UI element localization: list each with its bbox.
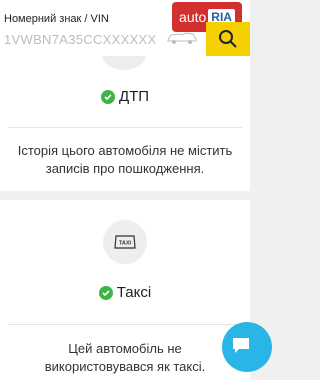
- divider: [8, 324, 242, 325]
- vin-label: Номерний знак / VIN: [4, 13, 109, 25]
- brand-text: auto: [179, 9, 207, 25]
- car-icon: [166, 31, 198, 45]
- taxi-title: Таксі: [116, 284, 152, 301]
- taxi-card: TAXI Таксі Цей автомобіль не використову…: [0, 200, 250, 380]
- divider: [8, 127, 242, 128]
- taxi-icon: TAXI: [114, 235, 136, 249]
- header: Номерний знак / VIN 1VWBN7A35CCXXXXXX au…: [0, 0, 250, 56]
- taxi-status: Таксі: [0, 284, 250, 301]
- vin-input[interactable]: 1VWBN7A35CCXXXXXX: [4, 32, 157, 47]
- dtp-description: Історія цього автомобіля не містить запи…: [17, 143, 233, 176]
- dtp-card: ДТП Історія цього автомобіля не містить …: [0, 56, 250, 191]
- taxi-description: Цей автомобіль не використовувався як та…: [44, 341, 206, 374]
- check-circle-icon: [98, 285, 113, 300]
- search-button[interactable]: [206, 22, 250, 56]
- chat-button[interactable]: [222, 322, 272, 372]
- taxi-icon-circle: TAXI: [103, 220, 147, 264]
- chat-icon: [233, 338, 249, 353]
- search-icon: [219, 30, 237, 48]
- check-circle-icon: [100, 89, 115, 104]
- taxi-icon-label: TAXI: [119, 241, 132, 247]
- dtp-title: ДТП: [118, 88, 150, 105]
- dtp-status: ДТП: [0, 88, 250, 105]
